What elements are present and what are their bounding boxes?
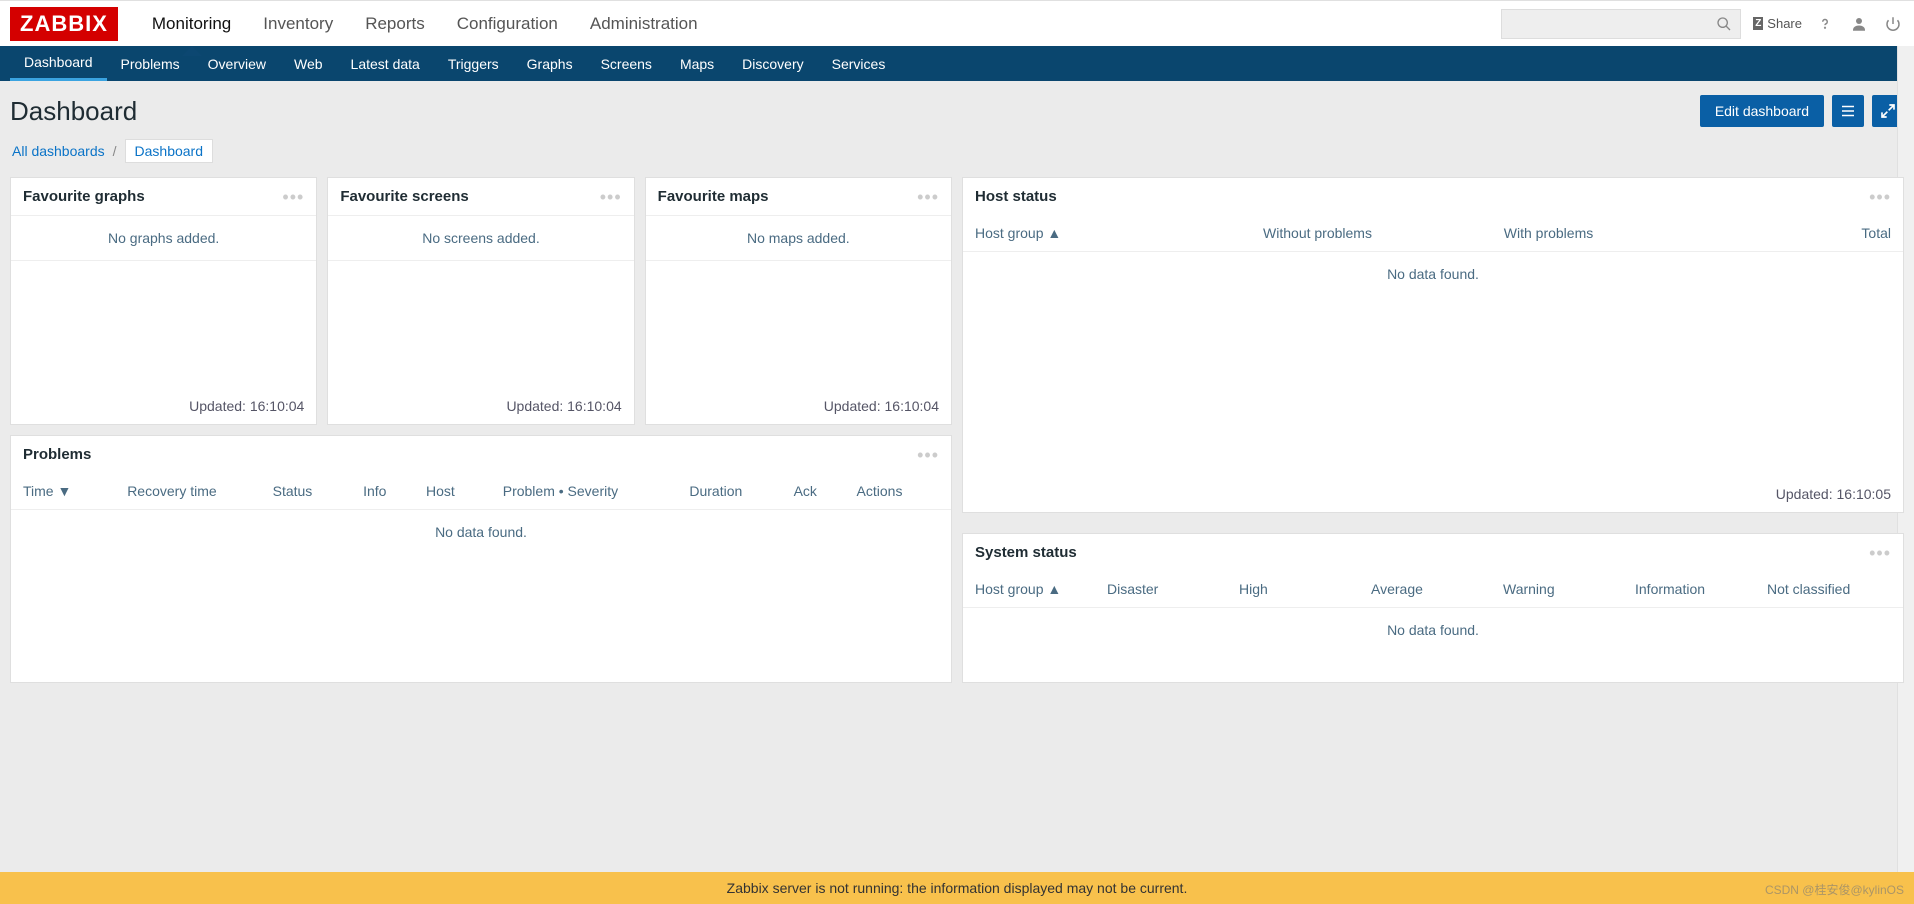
search-box[interactable] <box>1501 9 1741 39</box>
col-total[interactable]: Total <box>1668 225 1891 241</box>
subnav-maps[interactable]: Maps <box>666 46 728 81</box>
col-actions[interactable]: Actions <box>857 483 939 499</box>
widget-title: Favourite graphs <box>23 188 145 205</box>
col-disaster[interactable]: Disaster <box>1107 581 1231 597</box>
widget-empty-text: No screens added. <box>328 215 633 261</box>
widget-menu-icon[interactable]: ••• <box>282 193 304 201</box>
breadcrumb-current[interactable]: Dashboard <box>125 139 214 163</box>
col-problem-severity[interactable]: Problem • Severity <box>503 483 682 499</box>
widget-updated: Updated: 16:10:04 <box>646 388 951 424</box>
zabbix-z-icon: Z <box>1753 17 1763 30</box>
subnav-graphs[interactable]: Graphs <box>513 46 587 81</box>
topbar: ZABBIX Monitoring Inventory Reports Conf… <box>0 0 1914 46</box>
col-host-group[interactable]: Host group ▲ <box>975 225 1198 241</box>
sub-nav: Dashboard Problems Overview Web Latest d… <box>0 46 1914 81</box>
edit-dashboard-button[interactable]: Edit dashboard <box>1700 95 1824 127</box>
no-data-text: No data found. <box>963 608 1903 652</box>
widget-title: Host status <box>975 188 1057 205</box>
nav-configuration[interactable]: Configuration <box>441 2 574 46</box>
system-status-columns: Host group ▲ Disaster High Average Warni… <box>963 571 1903 608</box>
search-input[interactable] <box>1510 16 1716 31</box>
host-status-columns: Host group ▲ Without problems With probl… <box>963 215 1903 252</box>
main-nav: Monitoring Inventory Reports Configurati… <box>136 2 714 46</box>
col-host[interactable]: Host <box>426 483 495 499</box>
topbar-right: Z Share <box>1501 9 1904 39</box>
widget-system-status: System status ••• Host group ▲ Disaster … <box>962 533 1904 683</box>
share-label: Share <box>1767 16 1802 31</box>
subnav-triggers[interactable]: Triggers <box>434 46 513 81</box>
no-data-text: No data found. <box>11 510 951 554</box>
page-title: Dashboard <box>10 96 137 127</box>
col-ack[interactable]: Ack <box>794 483 849 499</box>
no-data-text: No data found. <box>963 252 1903 296</box>
col-warning[interactable]: Warning <box>1503 581 1627 597</box>
nav-administration[interactable]: Administration <box>574 2 714 46</box>
subnav-overview[interactable]: Overview <box>194 46 280 81</box>
col-with-problems[interactable]: With problems <box>1437 225 1660 241</box>
widget-menu-icon[interactable]: ••• <box>917 193 939 201</box>
widget-favourite-maps: Favourite maps ••• No maps added. Update… <box>645 177 952 425</box>
nav-inventory[interactable]: Inventory <box>247 2 349 46</box>
subnav-dashboard[interactable]: Dashboard <box>10 46 107 81</box>
widget-host-status: Host status ••• Host group ▲ Without pro… <box>962 177 1904 513</box>
col-not-classified[interactable]: Not classified <box>1767 581 1891 597</box>
user-icon[interactable] <box>1848 13 1870 35</box>
sort-asc-icon: ▲ <box>1047 225 1061 241</box>
breadcrumb-root[interactable]: All dashboards <box>12 143 105 159</box>
widget-empty-text: No maps added. <box>646 215 951 261</box>
widget-problems: Problems ••• Time ▼ Recovery time Status… <box>10 435 952 683</box>
nav-reports[interactable]: Reports <box>349 2 441 46</box>
page-actions: Edit dashboard <box>1700 95 1904 127</box>
col-duration[interactable]: Duration <box>689 483 785 499</box>
sort-desc-icon: ▼ <box>57 483 71 499</box>
widget-title: System status <box>975 544 1077 561</box>
logo[interactable]: ZABBIX <box>10 7 118 41</box>
col-without-problems[interactable]: Without problems <box>1206 225 1429 241</box>
warning-bar: Zabbix server is not running: the inform… <box>0 872 1914 904</box>
widget-updated: Updated: 16:10:05 <box>963 476 1903 512</box>
search-icon[interactable] <box>1716 16 1732 32</box>
dashboard-grid: Favourite graphs ••• No graphs added. Up… <box>0 177 1914 693</box>
widget-title: Problems <box>23 446 91 463</box>
widget-menu-icon[interactable]: ••• <box>1869 549 1891 557</box>
sort-asc-icon: ▲ <box>1047 581 1061 597</box>
problems-columns: Time ▼ Recovery time Status Info Host Pr… <box>11 473 951 510</box>
subnav-screens[interactable]: Screens <box>587 46 666 81</box>
widget-empty-text: No graphs added. <box>11 215 316 261</box>
widget-menu-icon[interactable]: ••• <box>1869 193 1891 201</box>
col-status[interactable]: Status <box>273 483 355 499</box>
widget-updated: Updated: 16:10:04 <box>328 388 633 424</box>
col-information[interactable]: Information <box>1635 581 1759 597</box>
subnav-latest-data[interactable]: Latest data <box>337 46 434 81</box>
widget-updated: Updated: 16:10:04 <box>11 388 316 424</box>
menu-button[interactable] <box>1832 95 1864 127</box>
col-average[interactable]: Average <box>1371 581 1495 597</box>
col-high[interactable]: High <box>1239 581 1363 597</box>
breadcrumb: All dashboards / Dashboard <box>0 133 1914 177</box>
col-host-group[interactable]: Host group ▲ <box>975 581 1099 597</box>
share-button[interactable]: Z Share <box>1753 16 1802 31</box>
subnav-discovery[interactable]: Discovery <box>728 46 817 81</box>
help-icon[interactable] <box>1814 13 1836 35</box>
col-time[interactable]: Time ▼ <box>23 483 119 499</box>
watermark: CSDN @桂安俊@kylinOS <box>1765 881 1904 898</box>
widget-title: Favourite screens <box>340 188 468 205</box>
widget-favourite-screens: Favourite screens ••• No screens added. … <box>327 177 634 425</box>
col-info[interactable]: Info <box>363 483 418 499</box>
subnav-web[interactable]: Web <box>280 46 337 81</box>
widget-favourite-graphs: Favourite graphs ••• No graphs added. Up… <box>10 177 317 425</box>
subnav-problems[interactable]: Problems <box>107 46 194 81</box>
page-header: Dashboard Edit dashboard <box>0 81 1914 133</box>
logout-icon[interactable] <box>1882 13 1904 35</box>
widget-title: Favourite maps <box>658 188 769 205</box>
nav-monitoring[interactable]: Monitoring <box>136 2 247 46</box>
subnav-services[interactable]: Services <box>818 46 900 81</box>
widget-menu-icon[interactable]: ••• <box>600 193 622 201</box>
col-recovery-time[interactable]: Recovery time <box>127 483 264 499</box>
breadcrumb-separator: / <box>113 143 117 159</box>
widget-menu-icon[interactable]: ••• <box>917 451 939 459</box>
